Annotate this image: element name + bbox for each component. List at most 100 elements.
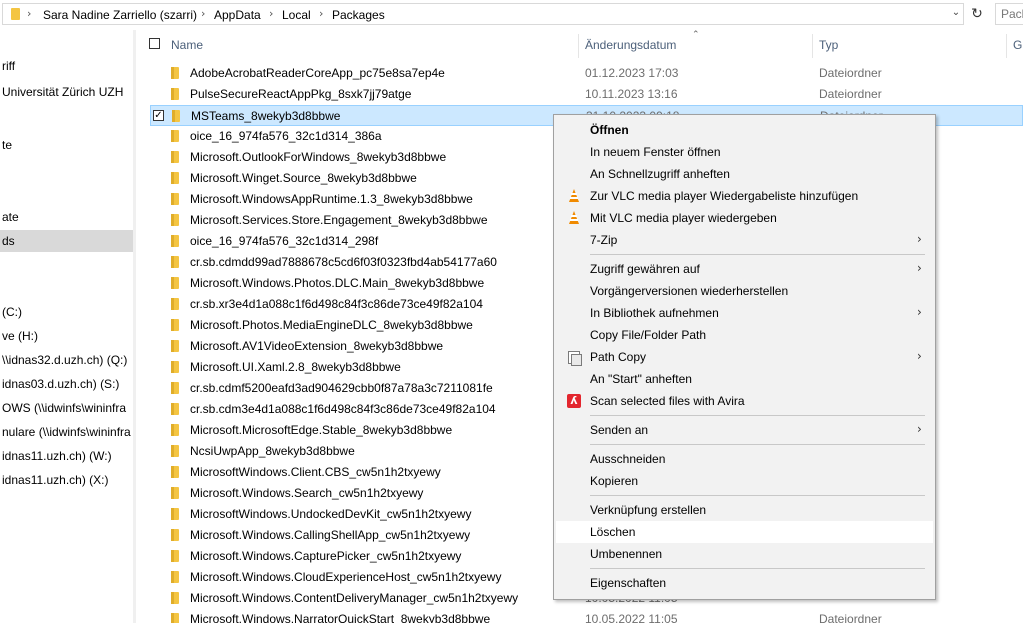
chevron-right-icon[interactable]: › — [269, 7, 273, 20]
breadcrumb-packages[interactable]: Packages — [332, 8, 385, 22]
sidebar-item[interactable]: \\idnas32.d.uzh.ch) (Q:) — [0, 349, 133, 371]
sidebar-item[interactable]: ate — [0, 206, 133, 228]
file-name: PulseSecureReactAppPkg_8sxk7jj79atge — [190, 87, 412, 101]
column-type[interactable]: Typ — [819, 38, 838, 52]
menu-item[interactable]: Copy File/Folder Path — [556, 324, 933, 346]
breadcrumb-user[interactable]: Sara Nadine Zarriello (szarri) — [43, 8, 197, 22]
folder-icon — [171, 340, 179, 352]
sidebar-item[interactable]: te — [0, 134, 133, 156]
menu-item[interactable]: Löschen — [556, 521, 933, 543]
folder-icon — [171, 130, 179, 142]
address-bar: › Sara Nadine Zarriello (szarri) › AppDa… — [0, 0, 1023, 30]
menu-item[interactable]: 7-Zip › — [556, 229, 933, 251]
row-checkbox[interactable]: ✓ — [153, 110, 164, 121]
sidebar-item[interactable]: riff — [0, 55, 133, 77]
breadcrumb[interactable]: › Sara Nadine Zarriello (szarri) › AppDa… — [2, 3, 964, 25]
chevron-right-icon[interactable]: › — [27, 7, 31, 20]
menu-item-label: Zugriff gewähren auf — [590, 262, 700, 276]
column-header: Name ⌃ Änderungsdatum Typ G — [140, 30, 1023, 60]
file-name: Microsoft.Winget.Source_8wekyb3d8bbwe — [190, 171, 417, 185]
path-copy-icon — [566, 349, 582, 366]
menu-item[interactable]: Umbenennen — [556, 543, 933, 565]
folder-icon — [171, 235, 179, 247]
nav-scrollbar[interactable] — [133, 30, 136, 623]
chevron-right-icon[interactable]: › — [201, 7, 205, 20]
menu-item[interactable]: Ausschneiden — [556, 448, 933, 470]
file-date: 10.05.2022 11:05 — [585, 612, 678, 623]
menu-item[interactable]: Senden an › — [556, 419, 933, 441]
folder-icon — [171, 319, 179, 331]
breadcrumb-appdata[interactable]: AppData — [214, 8, 261, 22]
file-name: Microsoft.Windows.CallingShellApp_cw5n1h… — [190, 528, 471, 542]
folder-icon — [171, 445, 179, 457]
menu-item[interactable]: Mit VLC media player wiedergeben — [556, 207, 933, 229]
chevron-right-icon: › — [917, 349, 922, 363]
file-name: MSTeams_8wekyb3d8bbwe — [191, 109, 341, 123]
file-name: Microsoft.Windows.CapturePicker_cw5n1h2t… — [190, 549, 462, 563]
file-name: Microsoft.Windows.ContentDeliveryManager… — [190, 591, 519, 605]
folder-icon — [171, 151, 179, 163]
folder-icon — [171, 361, 179, 373]
vlc-icon — [566, 210, 582, 226]
file-name: Microsoft.Windows.Photos.DLC.Main_8wekyb… — [190, 276, 485, 290]
sidebar-item[interactable]: (C:) — [0, 301, 133, 323]
menu-item[interactable]: Öffnen — [556, 119, 933, 141]
chevron-right-icon: › — [917, 232, 922, 246]
sidebar-item[interactable]: ds — [0, 230, 133, 252]
menu-item-label: Copy File/Folder Path — [590, 328, 707, 342]
menu-item-label: Zur VLC media player Wiedergabeliste hin… — [590, 189, 859, 203]
menu-item[interactable]: Kopieren — [556, 470, 933, 492]
menu-item[interactable]: Zur VLC media player Wiedergabeliste hin… — [556, 185, 933, 207]
sidebar-item[interactable]: Universität Zürich UZH — [0, 81, 133, 103]
file-type: Dateiordner — [819, 87, 882, 101]
folder-icon — [171, 592, 179, 604]
menu-item-label: Vorgängerversionen wiederherstellen — [590, 284, 789, 298]
column-name[interactable]: Name — [171, 38, 203, 52]
menu-item[interactable]: Path Copy › — [556, 346, 933, 368]
sort-chevron-icon: ⌃ — [692, 30, 700, 40]
menu-item-label: In Bibliothek aufnehmen — [590, 306, 719, 320]
menu-item[interactable]: An "Start" anheften — [556, 368, 933, 390]
column-size[interactable]: G — [1013, 38, 1022, 52]
file-name: Microsoft.UI.Xaml.2.8_8wekyb3d8bbwe — [190, 360, 401, 374]
column-divider[interactable] — [578, 34, 579, 58]
refresh-icon[interactable]: ↻ — [966, 3, 988, 25]
table-row[interactable]: AdobeAcrobatReaderCoreApp_pc75e8sa7ep4e 0… — [150, 63, 1023, 84]
chevron-right-icon[interactable]: › — [319, 7, 323, 20]
menu-item[interactable]: ʎ Scan selected files with Avira — [556, 390, 933, 412]
sidebar-item[interactable]: nulare (\\idwinfs\wininfra — [0, 421, 133, 443]
select-all-checkbox[interactable] — [149, 38, 160, 49]
chevron-down-icon[interactable]: ⌄ — [949, 7, 963, 23]
file-name: Microsoft.Windows.CloudExperienceHost_cw… — [190, 570, 502, 584]
menu-item[interactable]: Vorgängerversionen wiederherstellen — [556, 280, 933, 302]
column-date[interactable]: Änderungsdatum — [585, 38, 676, 52]
column-divider[interactable] — [1006, 34, 1007, 58]
sidebar-item[interactable]: ve (H:) — [0, 325, 133, 347]
file-name: Microsoft.Services.Store.Engagement_8wek… — [190, 213, 488, 227]
sidebar-item[interactable]: idnas11.uzh.ch) (X:) — [0, 469, 133, 491]
menu-item[interactable]: In Bibliothek aufnehmen › — [556, 302, 933, 324]
menu-item-label: An "Start" anheften — [590, 372, 692, 386]
menu-item[interactable]: An Schnellzugriff anheften — [556, 163, 933, 185]
column-divider[interactable] — [812, 34, 813, 58]
sidebar-item[interactable]: idnas03.d.uzh.ch) (S:) — [0, 373, 133, 395]
menu-item[interactable]: In neuem Fenster öffnen — [556, 141, 933, 163]
menu-item[interactable]: Zugriff gewähren auf › — [556, 258, 933, 280]
file-name: Microsoft.MicrosoftEdge.Stable_8wekyb3d8… — [190, 423, 453, 437]
menu-item-label: Öffnen — [590, 123, 629, 137]
menu-item-label: In neuem Fenster öffnen — [590, 145, 721, 159]
file-name: NcsiUwpApp_8wekyb3d8bbwe — [190, 444, 355, 458]
chevron-right-icon: › — [917, 422, 922, 436]
sidebar-item[interactable]: OWS (\\idwinfs\wininfra — [0, 397, 133, 419]
folder-icon — [171, 277, 179, 289]
menu-item[interactable]: Verknüpfung erstellen — [556, 499, 933, 521]
sidebar-item[interactable]: idnas11.uzh.ch) (W:) — [0, 445, 133, 467]
search-input[interactable]: Pack — [995, 3, 1023, 25]
table-row[interactable]: Microsoft.Windows.NarratorQuickStart_8we… — [150, 609, 1023, 623]
folder-icon — [171, 214, 179, 226]
breadcrumb-local[interactable]: Local — [282, 8, 311, 22]
folder-icon — [171, 571, 179, 583]
table-row[interactable]: PulseSecureReactAppPkg_8sxk7jj79atge 10.1… — [150, 84, 1023, 105]
menu-item[interactable]: Eigenschaften — [556, 572, 933, 594]
folder-icon — [171, 382, 179, 394]
